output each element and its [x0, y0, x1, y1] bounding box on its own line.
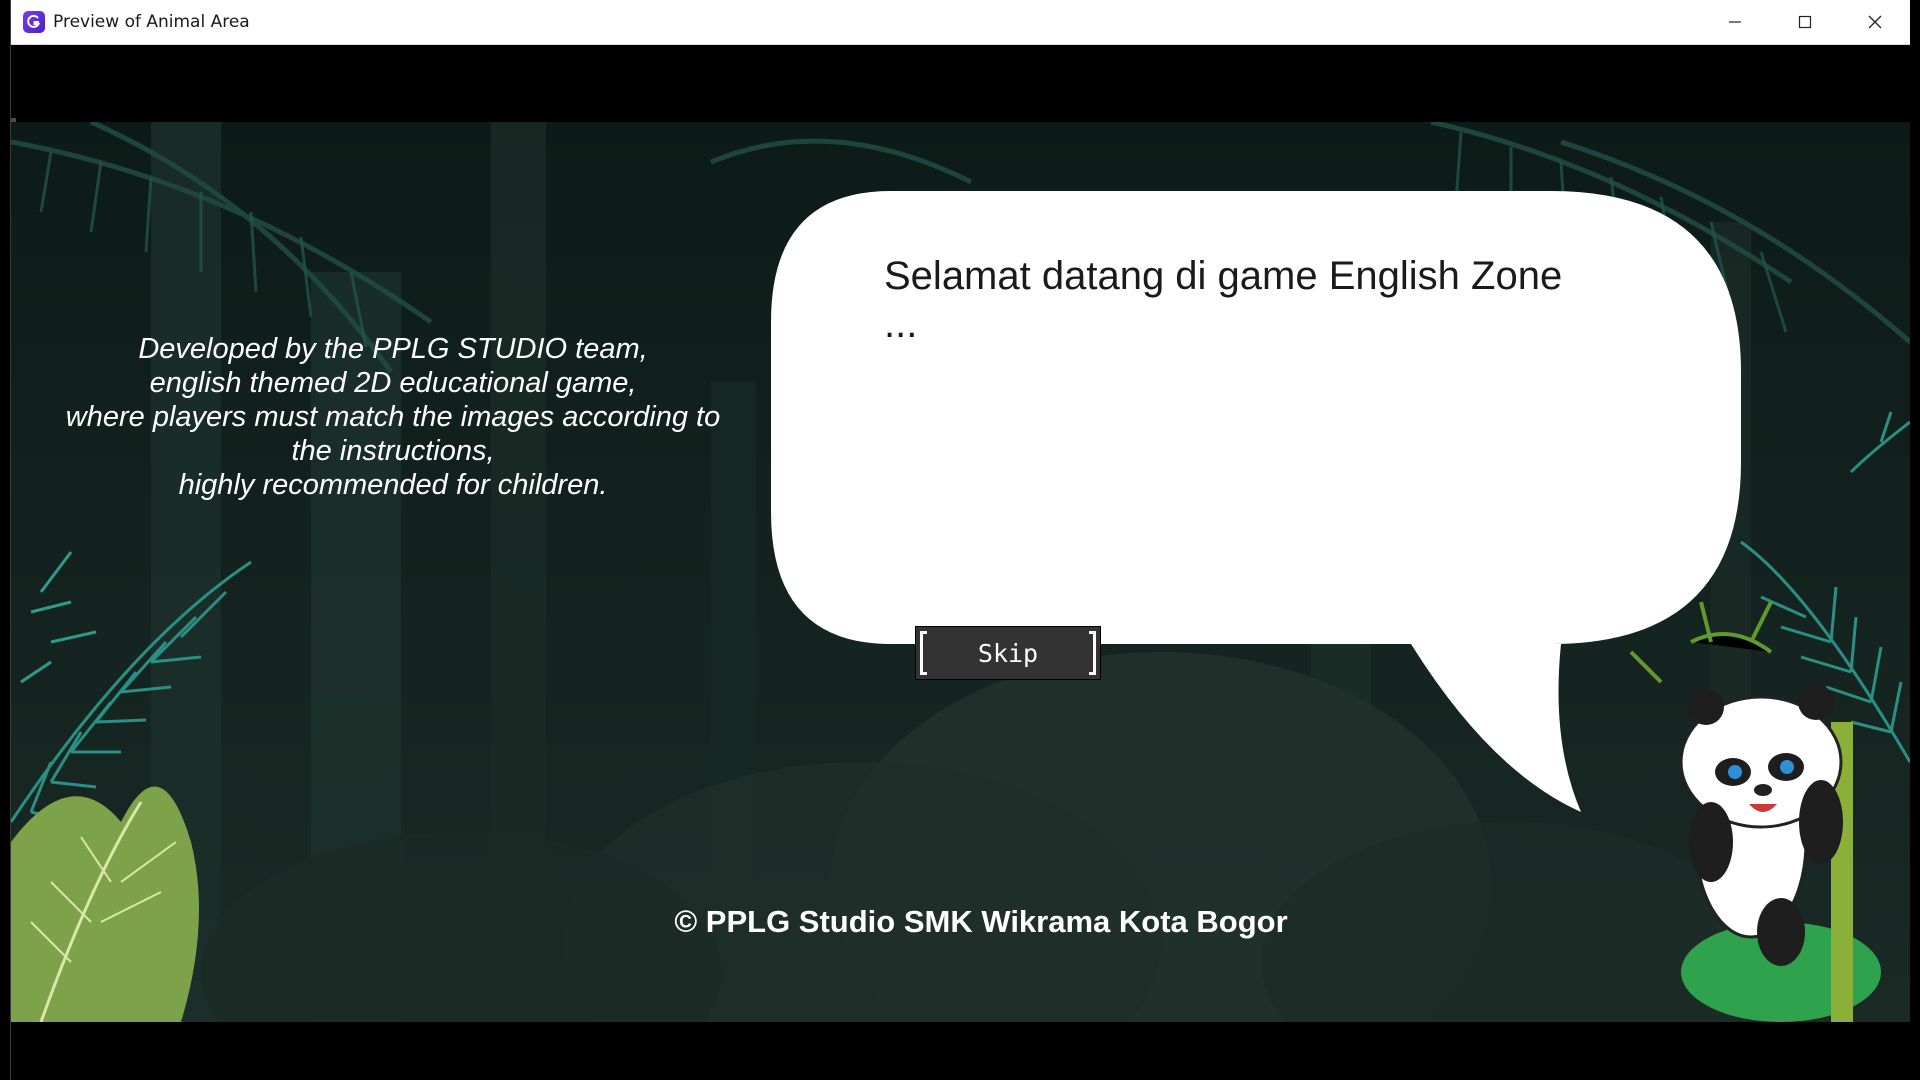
- copyright-text: © PPLG Studio SMK Wikrama Kota Bogor: [674, 904, 1288, 939]
- bracket-right-icon: [1089, 631, 1096, 675]
- close-icon: [1868, 15, 1882, 29]
- credits-line: where players must match the images acco…: [65, 401, 721, 433]
- game-viewport[interactable]: Developed by the PPLG STUDIO team, engli…: [11, 122, 1910, 1022]
- app-window: Preview of Animal Area Developed by the …: [10, 0, 1910, 1080]
- bracket-left-icon: [920, 631, 927, 675]
- title-bar[interactable]: Preview of Animal Area: [11, 0, 1910, 45]
- credits-line: highly recommended for children.: [178, 469, 608, 501]
- credits-line: Developed by the PPLG STUDIO team,: [138, 333, 648, 365]
- credits-line: the instructions,: [291, 435, 495, 467]
- maximize-button[interactable]: [1770, 0, 1840, 44]
- app-icon: [23, 11, 45, 33]
- maximize-icon: [1798, 15, 1812, 29]
- credits-text: Developed by the PPLG STUDIO team, engli…: [33, 332, 753, 502]
- dialog-ellipsis: ...: [884, 302, 918, 346]
- skip-button[interactable]: Skip: [915, 626, 1101, 680]
- window-title: Preview of Animal Area: [53, 12, 250, 32]
- skip-label: Skip: [977, 638, 1039, 668]
- dialog-text: Selamat datang di game English Zone ...: [884, 252, 1644, 348]
- close-button[interactable]: [1840, 0, 1910, 44]
- minimize-button[interactable]: [1700, 0, 1770, 44]
- credits-line: english themed 2D educational game,: [149, 367, 637, 399]
- minimize-icon: [1729, 21, 1741, 23]
- dialog-line: Selamat datang di game English Zone: [884, 254, 1563, 298]
